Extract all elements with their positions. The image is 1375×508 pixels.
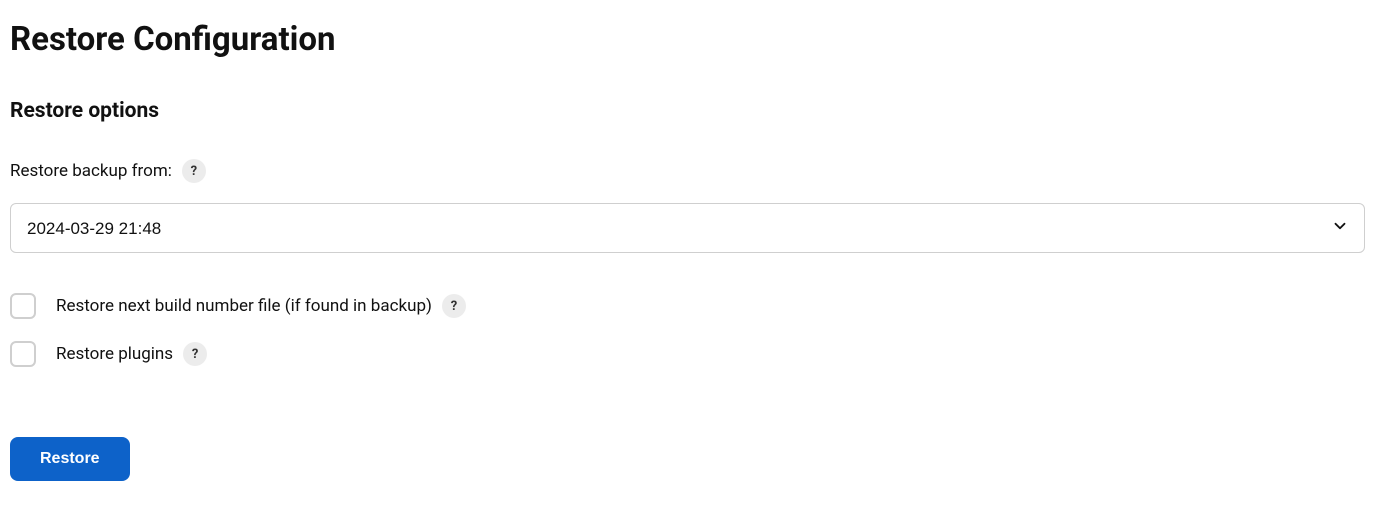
- help-icon[interactable]: ?: [182, 159, 206, 183]
- backup-select[interactable]: 2024-03-29 21:48: [10, 203, 1365, 253]
- restore-plugins-label[interactable]: Restore plugins ?: [56, 342, 207, 366]
- help-icon[interactable]: ?: [183, 342, 207, 366]
- backup-select-wrapper: 2024-03-29 21:48: [10, 203, 1365, 253]
- restore-next-build-label-text: Restore next build number file (if found…: [56, 296, 432, 316]
- page-title: Restore Configuration: [10, 20, 1365, 59]
- backup-label: Restore backup from:: [10, 161, 172, 181]
- help-icon[interactable]: ?: [442, 294, 466, 318]
- restore-button[interactable]: Restore: [10, 437, 130, 481]
- restore-plugins-label-text: Restore plugins: [56, 344, 173, 364]
- restore-next-build-row: Restore next build number file (if found…: [10, 293, 1365, 319]
- restore-plugins-row: Restore plugins ?: [10, 341, 1365, 367]
- backup-label-row: Restore backup from: ?: [10, 159, 1365, 183]
- section-title: Restore options: [10, 99, 1365, 123]
- restore-next-build-checkbox[interactable]: [10, 293, 36, 319]
- restore-next-build-label[interactable]: Restore next build number file (if found…: [56, 294, 466, 318]
- restore-plugins-checkbox[interactable]: [10, 341, 36, 367]
